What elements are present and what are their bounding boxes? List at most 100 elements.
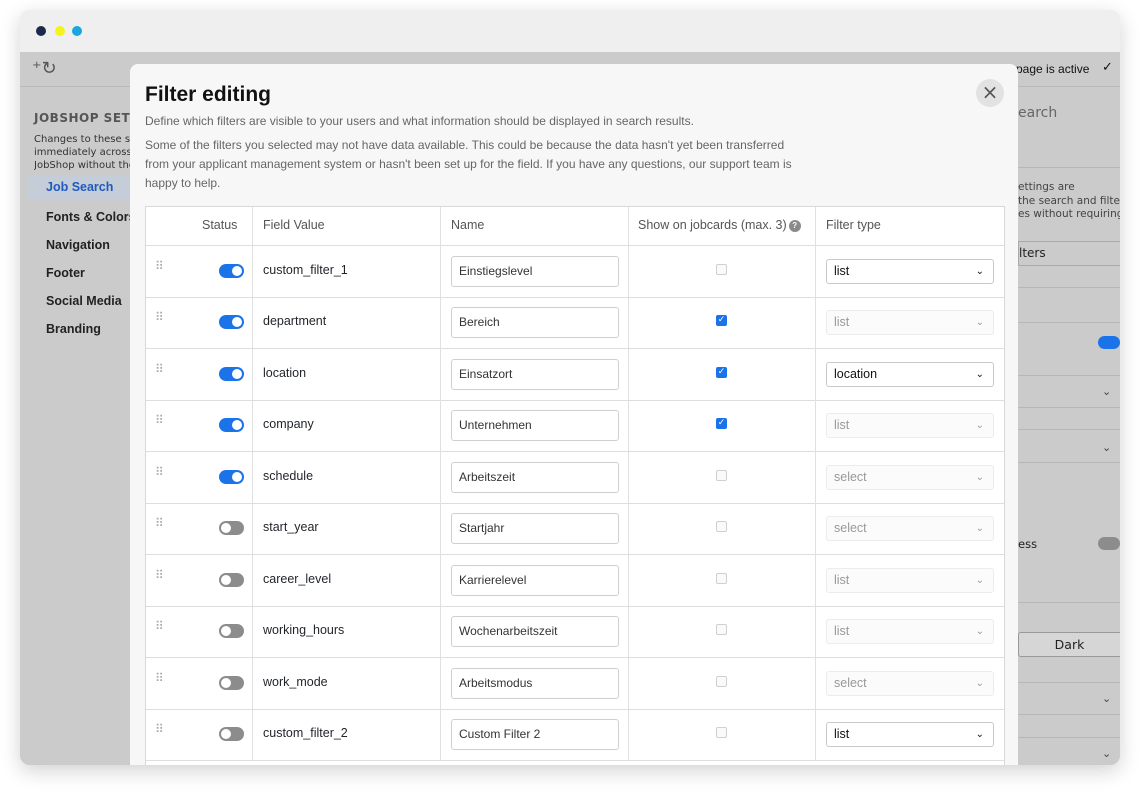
status-toggle[interactable] [219, 624, 244, 639]
column-divider [815, 451, 816, 503]
close-window-dot[interactable] [36, 26, 46, 36]
name-input[interactable]: Startjahr [451, 513, 619, 545]
toggle-knob [232, 471, 242, 482]
name-input[interactable]: Custom Filter 2 [451, 719, 619, 751]
header-show-on-jobcards-label: Show on jobcards (max. 3) [638, 218, 787, 232]
sidebar-item-social-media[interactable]: Social Media [46, 294, 122, 308]
show-on-jobcards-checkbox[interactable] [716, 624, 727, 636]
filter-type-select[interactable]: list ⌄ [826, 567, 994, 593]
name-input[interactable]: Bereich [451, 307, 619, 339]
close-icon[interactable]: × [976, 79, 1004, 107]
filter-type-select[interactable]: select ⌄ [826, 464, 994, 490]
show-on-jobcards-checkbox[interactable]: ✓ [716, 418, 727, 430]
drag-handle-icon[interactable]: ⠿ [155, 414, 164, 426]
header-field-value: Field Value [263, 218, 325, 232]
show-on-jobcards-checkbox[interactable] [716, 675, 727, 687]
drag-handle-icon[interactable]: ⠿ [155, 311, 164, 323]
divider [1018, 322, 1120, 323]
filter-type-select[interactable]: list ⌄ [826, 310, 994, 336]
status-toggle[interactable] [219, 572, 244, 587]
panel-toggle-off[interactable] [1098, 537, 1120, 550]
filter-table: Status Field Value Name Show on jobcards… [145, 206, 1005, 765]
status-toggle[interactable] [219, 675, 244, 690]
filter-type-select[interactable]: list ⌄ [826, 619, 994, 645]
drag-handle-icon[interactable]: ⠿ [155, 517, 164, 529]
name-input[interactable]: Karrierelevel [451, 564, 619, 596]
filter-type-value: list [834, 418, 850, 433]
background-settings-panel: earch ettings are the search and filter … [1018, 87, 1120, 765]
field-value: custom_filter_1 [263, 262, 348, 277]
panel-description-line: es without requiring [1018, 208, 1120, 220]
toggle-knob [221, 626, 231, 637]
toggle-knob [221, 523, 231, 534]
show-on-jobcards-checkbox[interactable]: ✓ [716, 366, 727, 378]
help-icon[interactable]: ? [788, 220, 801, 232]
status-toggle[interactable] [219, 315, 244, 330]
status-toggle[interactable] [219, 418, 244, 433]
column-divider [252, 296, 253, 348]
filter-type-value: list [834, 572, 850, 587]
filter-type-select[interactable]: select ⌄ [826, 670, 994, 696]
column-divider [252, 708, 253, 760]
status-toggle[interactable] [219, 366, 244, 381]
panel-toggle-on[interactable] [1098, 336, 1120, 349]
chevron-down-icon[interactable]: ⌄ [1102, 385, 1111, 398]
show-on-jobcards-checkbox[interactable] [716, 469, 727, 481]
drag-handle-icon[interactable]: ⠿ [155, 260, 164, 272]
name-input[interactable]: Einstiegslevel [451, 255, 619, 287]
minimize-window-dot[interactable] [55, 26, 65, 36]
page-active-status: page is active [1016, 62, 1090, 76]
drag-handle-icon[interactable]: ⠿ [155, 363, 164, 375]
name-input[interactable]: Arbeitsmodus [451, 667, 619, 699]
panel-description-line: the search and filter [1018, 194, 1120, 207]
filter-type-value: list [834, 263, 850, 278]
filter-type-select[interactable]: location ⌄ [826, 361, 994, 387]
column-divider [815, 245, 816, 297]
panel-description-line: ettings are [1018, 181, 1075, 193]
filter-type-select[interactable]: list ⌄ [826, 722, 994, 748]
name-input[interactable]: Arbeitszeit [451, 461, 619, 493]
chevron-down-icon[interactable]: ⌄ [1102, 692, 1111, 705]
filter-type-select[interactable]: select ⌄ [826, 516, 994, 542]
table-row: ⠿ company Unternehmen ✓ list ⌄ [146, 399, 1004, 452]
sidebar-item-fonts-colors[interactable]: Fonts & Colors [46, 210, 136, 224]
field-value: company [263, 417, 314, 432]
column-divider [815, 296, 816, 348]
chevron-down-icon: ⌄ [975, 574, 984, 586]
edit-filters-button[interactable]: lters [1018, 241, 1120, 266]
status-toggle[interactable] [219, 263, 244, 278]
show-on-jobcards-checkbox[interactable] [716, 263, 727, 275]
field-value: working_hours [263, 623, 345, 638]
show-on-jobcards-checkbox[interactable] [716, 727, 727, 739]
name-input[interactable]: Wochenarbeitszeit [451, 616, 619, 648]
show-on-jobcards-checkbox[interactable] [716, 521, 727, 533]
dark-mode-button[interactable]: Dark [1018, 632, 1120, 657]
chevron-down-icon[interactable]: ⌄ [1102, 747, 1111, 760]
field-value: schedule [263, 468, 314, 483]
sidebar-item-branding[interactable]: Branding [46, 322, 101, 336]
status-toggle[interactable] [219, 521, 244, 536]
show-on-jobcards-checkbox[interactable] [716, 572, 727, 584]
name-input[interactable]: Unternehmen [451, 410, 619, 442]
sidebar-item-job-search[interactable]: Job Search [28, 175, 132, 200]
logo-icon[interactable]: ⁺↻ [32, 58, 57, 79]
filter-type-value: select [834, 469, 867, 484]
drag-handle-icon[interactable]: ⠿ [155, 620, 164, 632]
name-input[interactable]: Einsatzort [451, 358, 619, 390]
toggle-knob [221, 677, 231, 688]
status-toggle[interactable] [219, 469, 244, 484]
maximize-window-dot[interactable] [72, 26, 82, 36]
column-divider [440, 554, 441, 606]
filter-type-select[interactable]: list ⌄ [826, 258, 994, 284]
drag-handle-icon[interactable]: ⠿ [155, 466, 164, 478]
sidebar-item-navigation[interactable]: Navigation [46, 238, 110, 252]
column-divider [252, 451, 253, 503]
filter-type-select[interactable]: list ⌄ [826, 413, 994, 439]
show-on-jobcards-checkbox[interactable]: ✓ [716, 315, 727, 327]
sidebar-item-footer[interactable]: Footer [46, 266, 85, 280]
status-toggle[interactable] [219, 727, 244, 742]
drag-handle-icon[interactable]: ⠿ [155, 723, 164, 735]
drag-handle-icon[interactable]: ⠿ [155, 672, 164, 684]
drag-handle-icon[interactable]: ⠿ [155, 569, 164, 581]
chevron-down-icon[interactable]: ⌄ [1102, 441, 1111, 454]
